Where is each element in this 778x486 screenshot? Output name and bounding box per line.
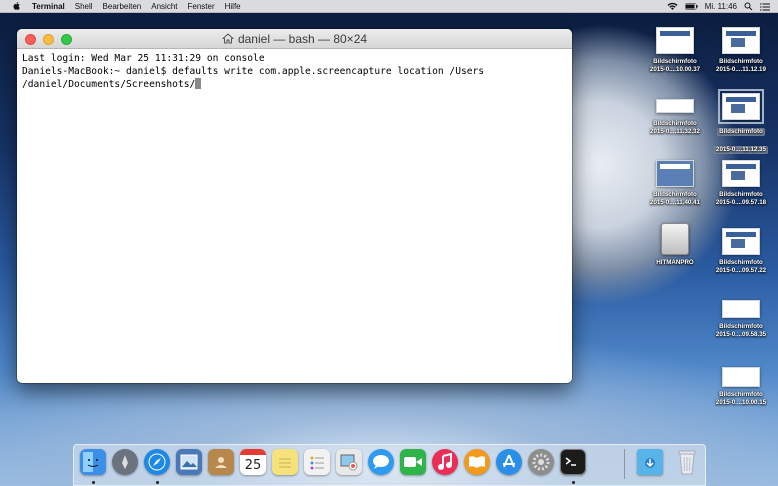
desktop-icon-label: Bildschirmfoto [719,58,763,65]
screenshot-thumbnail-icon [656,99,694,113]
desktop-file-screenshot-selected[interactable]: Bildschirmfoto 2015-0....11.12.35 [706,89,776,156]
trash-icon[interactable] [674,449,700,475]
desktop-file-screenshot[interactable]: Bildschirmfoto 2015-0....09.58.35 [706,296,776,339]
desktop-icon-label: Bildschirmfoto [719,391,763,398]
dock-separator [624,449,625,479]
screenshot-thumbnail-icon [656,160,694,187]
desktop-file-screenshot[interactable]: Bildschirmfoto 2015-0....10.00.15 [706,364,776,407]
desktop-icon-label: Bildschirmfoto [653,58,697,65]
calendar-icon[interactable]: 25 [240,449,266,475]
running-indicator [156,481,159,484]
facetime-icon[interactable] [400,449,426,475]
appstore-icon[interactable] [496,449,522,475]
screenshot-thumbnail-icon [718,89,764,124]
menu-shell[interactable]: Shell [75,2,93,11]
desktop-icon-label: Bildschirmfoto [717,128,765,136]
running-indicator [92,481,95,484]
finder-icon[interactable] [80,449,106,475]
home-icon [222,33,234,44]
desktop-icon-label: Bildschirmfoto [653,191,697,198]
desktop-icon-sublabel: 2015-0....11.32.32 [650,128,700,135]
menu-bar: Terminal Shell Bearbeiten Ansicht Fenste… [0,0,778,13]
menu-hilfe[interactable]: Hilfe [225,2,241,11]
menu-bearbeiten[interactable]: Bearbeiten [103,2,142,11]
contacts-icon[interactable] [208,449,234,475]
terminal-line-current: /daniel/Documents/Screenshots/ [22,78,567,91]
terminal-line: Last login: Wed Mar 25 11:31:29 on conso… [22,53,265,64]
close-button[interactable] [25,34,36,45]
itunes-icon[interactable] [432,449,458,475]
screenshot-thumbnail-icon [722,300,760,318]
desktop-icon-sublabel: 2015-0....10.00.15 [715,399,767,406]
desktop-icon-sublabel: 2015-0....10.00.37 [649,66,701,73]
wifi-icon[interactable] [667,2,678,11]
spotlight-search-icon[interactable] [744,2,753,11]
apple-menu-icon[interactable] [12,1,22,11]
notes-icon[interactable] [272,449,298,475]
desktop-icon-sublabel: 2015-0....11.12.35 [714,146,768,154]
launchpad-icon[interactable] [112,449,138,475]
terminal-content[interactable]: Last login: Wed Mar 25 11:31:29 on conso… [17,49,572,94]
desktop-icon-sublabel: 2015-0....11.40.41 [650,199,700,206]
desktop-file-screenshot[interactable]: Bildschirmfoto 2015-0....11.32.32 [640,93,710,136]
menu-fenster[interactable]: Fenster [187,2,214,11]
dock: 25 [73,444,706,486]
window-title: daniel — bash — 80×24 [237,31,368,46]
desktop-file-screenshot[interactable]: Bildschirmfoto 2015-0....09.57.18 [706,160,776,207]
desktop-icon-sublabel: 2015-0....09.58.35 [715,331,767,338]
ibooks-icon[interactable] [464,449,490,475]
terminal-icon[interactable] [560,449,586,475]
screenshot-thumbnail-icon [722,160,760,187]
notification-center-icon[interactable] [760,3,770,11]
downloads-folder-icon[interactable] [637,449,663,475]
photos-icon[interactable] [336,449,362,475]
minimize-button[interactable] [43,34,54,45]
external-drive-icon [661,223,689,255]
screenshot-thumbnail-icon [722,27,760,54]
desktop-drive-hitmanpro[interactable]: HITMANPRO [640,223,710,267]
terminal-line: Daniels-MacBook:~ daniel$ defaults write… [22,66,485,77]
reminders-icon[interactable] [304,449,330,475]
screenshot-thumbnail-icon [656,27,694,54]
desktop-icon-label: Bildschirmfoto [719,191,763,198]
menu-app-terminal[interactable]: Terminal [32,2,65,11]
desktop-icon-sublabel: 2015-0....11.12.19 [716,66,766,73]
desktop-icon-sublabel: 2015-0....09.57.22 [715,267,767,274]
screenshot-thumbnail-icon [722,228,760,255]
desktop-icon-sublabel: 2015-0....09.57.18 [715,199,767,206]
desktop-file-screenshot[interactable]: Bildschirmfoto 2015-0....09.57.22 [706,228,776,275]
desktop-file-screenshot[interactable]: Bildschirmfoto 2015-0....11.12.19 [706,27,776,74]
running-indicator [572,481,575,484]
desktop-icon-label: Bildschirmfoto [719,323,763,330]
menu-ansicht[interactable]: Ansicht [151,2,177,11]
desktop-icon-label: HITMANPRO [656,259,694,266]
calendar-day: 25 [244,458,262,473]
menu-clock[interactable]: Mi. 11:46 [705,2,737,11]
screenshot-thumbnail-icon [722,367,760,387]
desktop-file-screenshot[interactable]: Bildschirmfoto 2015-0....10.00.37 [640,27,710,74]
window-titlebar[interactable]: daniel — bash — 80×24 [17,29,572,49]
terminal-window[interactable]: daniel — bash — 80×24 Last login: Wed Ma… [17,29,572,383]
messages-icon[interactable] [368,449,394,475]
desktop-icon-label: Bildschirmfoto [653,120,697,127]
text-cursor [195,78,202,89]
terminal-line: /daniel/Documents/Screenshots/ [22,79,196,90]
zoom-button[interactable] [61,34,72,45]
battery-icon[interactable] [684,3,698,10]
desktop-icon-label: Bildschirmfoto [719,259,763,266]
preview-icon[interactable] [176,449,202,475]
safari-icon[interactable] [144,449,170,475]
system-preferences-icon[interactable] [528,449,554,475]
desktop-file-screenshot[interactable]: Bildschirmfoto 2015-0....11.40.41 [640,160,710,207]
